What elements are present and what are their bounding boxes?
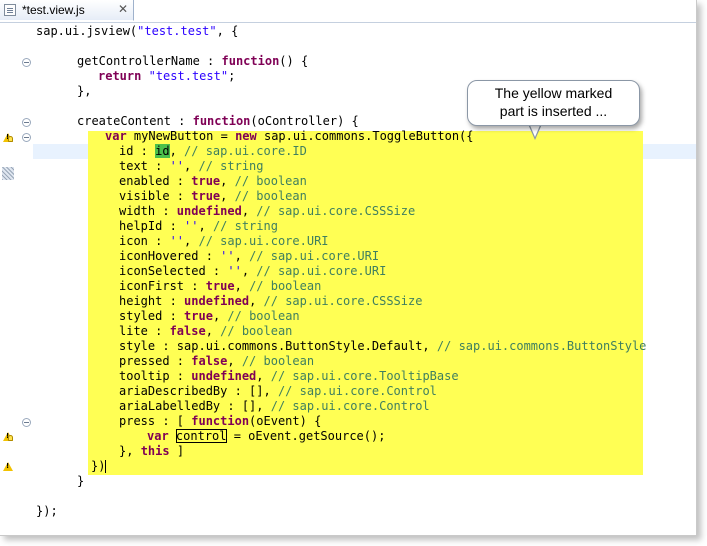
code-line: enabled : true, // boolean xyxy=(119,174,307,188)
quick-fix-bulb-icon[interactable] xyxy=(8,136,13,142)
code-line: iconFirst : true, // boolean xyxy=(119,279,322,293)
code-line: iconSelected : '', // sap.ui.core.URI xyxy=(119,264,387,278)
warning-icon[interactable] xyxy=(3,462,13,471)
code-line: return "test.test"; xyxy=(98,69,236,83)
tab-test-view-js[interactable]: *test.view.js ✕ xyxy=(0,0,134,21)
code-line: }, this ] xyxy=(119,444,185,458)
code-line: width : undefined, // sap.ui.core.CSSSiz… xyxy=(119,204,416,218)
code-line: style : sap.ui.commons.ButtonStyle.Defau… xyxy=(119,339,647,353)
fold-toggle-icon[interactable] xyxy=(22,418,31,427)
code-line: }) xyxy=(91,459,107,473)
quick-diff-marker xyxy=(2,167,14,180)
fold-toggle-icon[interactable] xyxy=(22,133,31,142)
callout-tail xyxy=(528,123,542,140)
callout-text-line1: The yellow marked xyxy=(494,85,613,101)
code-line: press : [ function(oEvent) { xyxy=(119,414,322,428)
code-line: sap.ui.jsview("test.test", { xyxy=(36,24,239,38)
code-line: id : id, // sap.ui.core.ID xyxy=(119,144,307,158)
fold-toggle-icon[interactable] xyxy=(22,118,31,127)
code-line: }); xyxy=(36,504,58,518)
code-line: icon : '', // sap.ui.core.URI xyxy=(119,234,329,248)
code-line: ariaLabelledBy : [], // sap.ui.core.Cont… xyxy=(119,399,430,413)
code-line: helpId : '', // string xyxy=(119,219,278,233)
code-line: var control = oEvent.getSource(); xyxy=(147,429,386,443)
code-line: tooltip : undefined, // sap.ui.core.Tool… xyxy=(119,369,459,383)
code-line: }, xyxy=(77,84,92,98)
code-line: text : '', // string xyxy=(119,159,264,173)
code-line: iconHovered : '', // sap.ui.core.URI xyxy=(119,249,380,263)
code-line: visible : true, // boolean xyxy=(119,189,307,203)
code-line: lite : false, // boolean xyxy=(119,324,293,338)
annotation-callout: The yellow marked part is inserted ... xyxy=(467,80,640,126)
js-file-icon xyxy=(4,4,16,16)
code-line: styled : true, // boolean xyxy=(119,309,300,323)
quick-fix-bulb-icon[interactable] xyxy=(8,435,13,441)
fold-toggle-icon[interactable] xyxy=(22,58,31,67)
code-line: getControllerName : function() { xyxy=(77,54,309,68)
code-line: height : undefined, // sap.ui.core.CSSSi… xyxy=(119,294,423,308)
code-line: pressed : false, // boolean xyxy=(119,354,315,368)
linked-mode-box: control xyxy=(175,429,227,443)
code-line: ariaDescribedBy : [], // sap.ui.core.Con… xyxy=(119,384,437,398)
close-icon[interactable]: ✕ xyxy=(118,2,128,16)
code-line: createContent : function(oController) { xyxy=(77,114,359,128)
code-line: var myNewButton = new sap.ui.commons.Tog… xyxy=(105,129,474,143)
editor-tab-bar: *test.view.js ✕ xyxy=(0,0,696,23)
editor-window: *test.view.js ✕ sap.ui.jsview("test.test… xyxy=(0,0,697,536)
tab-title: *test.view.js xyxy=(22,3,85,17)
callout-text-line2: part is inserted ... xyxy=(499,103,608,119)
text-caret xyxy=(105,460,107,473)
code-line: } xyxy=(77,474,85,488)
occurrence-mark: id xyxy=(155,144,170,158)
